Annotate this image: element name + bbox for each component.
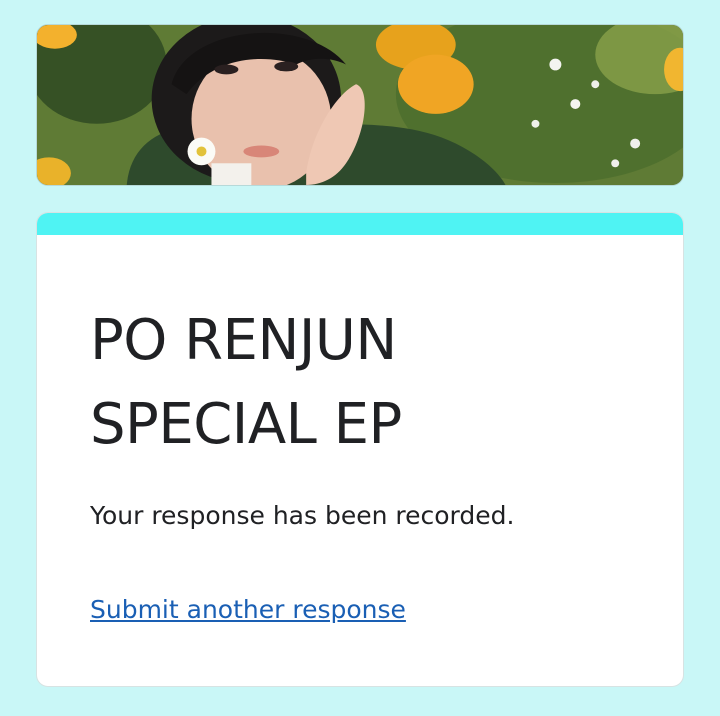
confirmation-message: Your response has been recorded. — [90, 501, 515, 530]
daisy-icon — [187, 137, 216, 166]
submit-another-response-link[interactable]: Submit another response — [90, 593, 406, 627]
card-accent-bar — [37, 213, 683, 235]
form-title-line-1: PO RENJUN — [90, 308, 397, 373]
banner-photo — [37, 25, 683, 185]
form-title-line-2: SPECIAL EP — [90, 392, 402, 457]
form-title: PO RENJUN SPECIAL EP — [90, 299, 630, 467]
response-confirmation-card: PO RENJUN SPECIAL EP Your response has b… — [36, 212, 684, 687]
header-banner-image — [36, 24, 684, 186]
